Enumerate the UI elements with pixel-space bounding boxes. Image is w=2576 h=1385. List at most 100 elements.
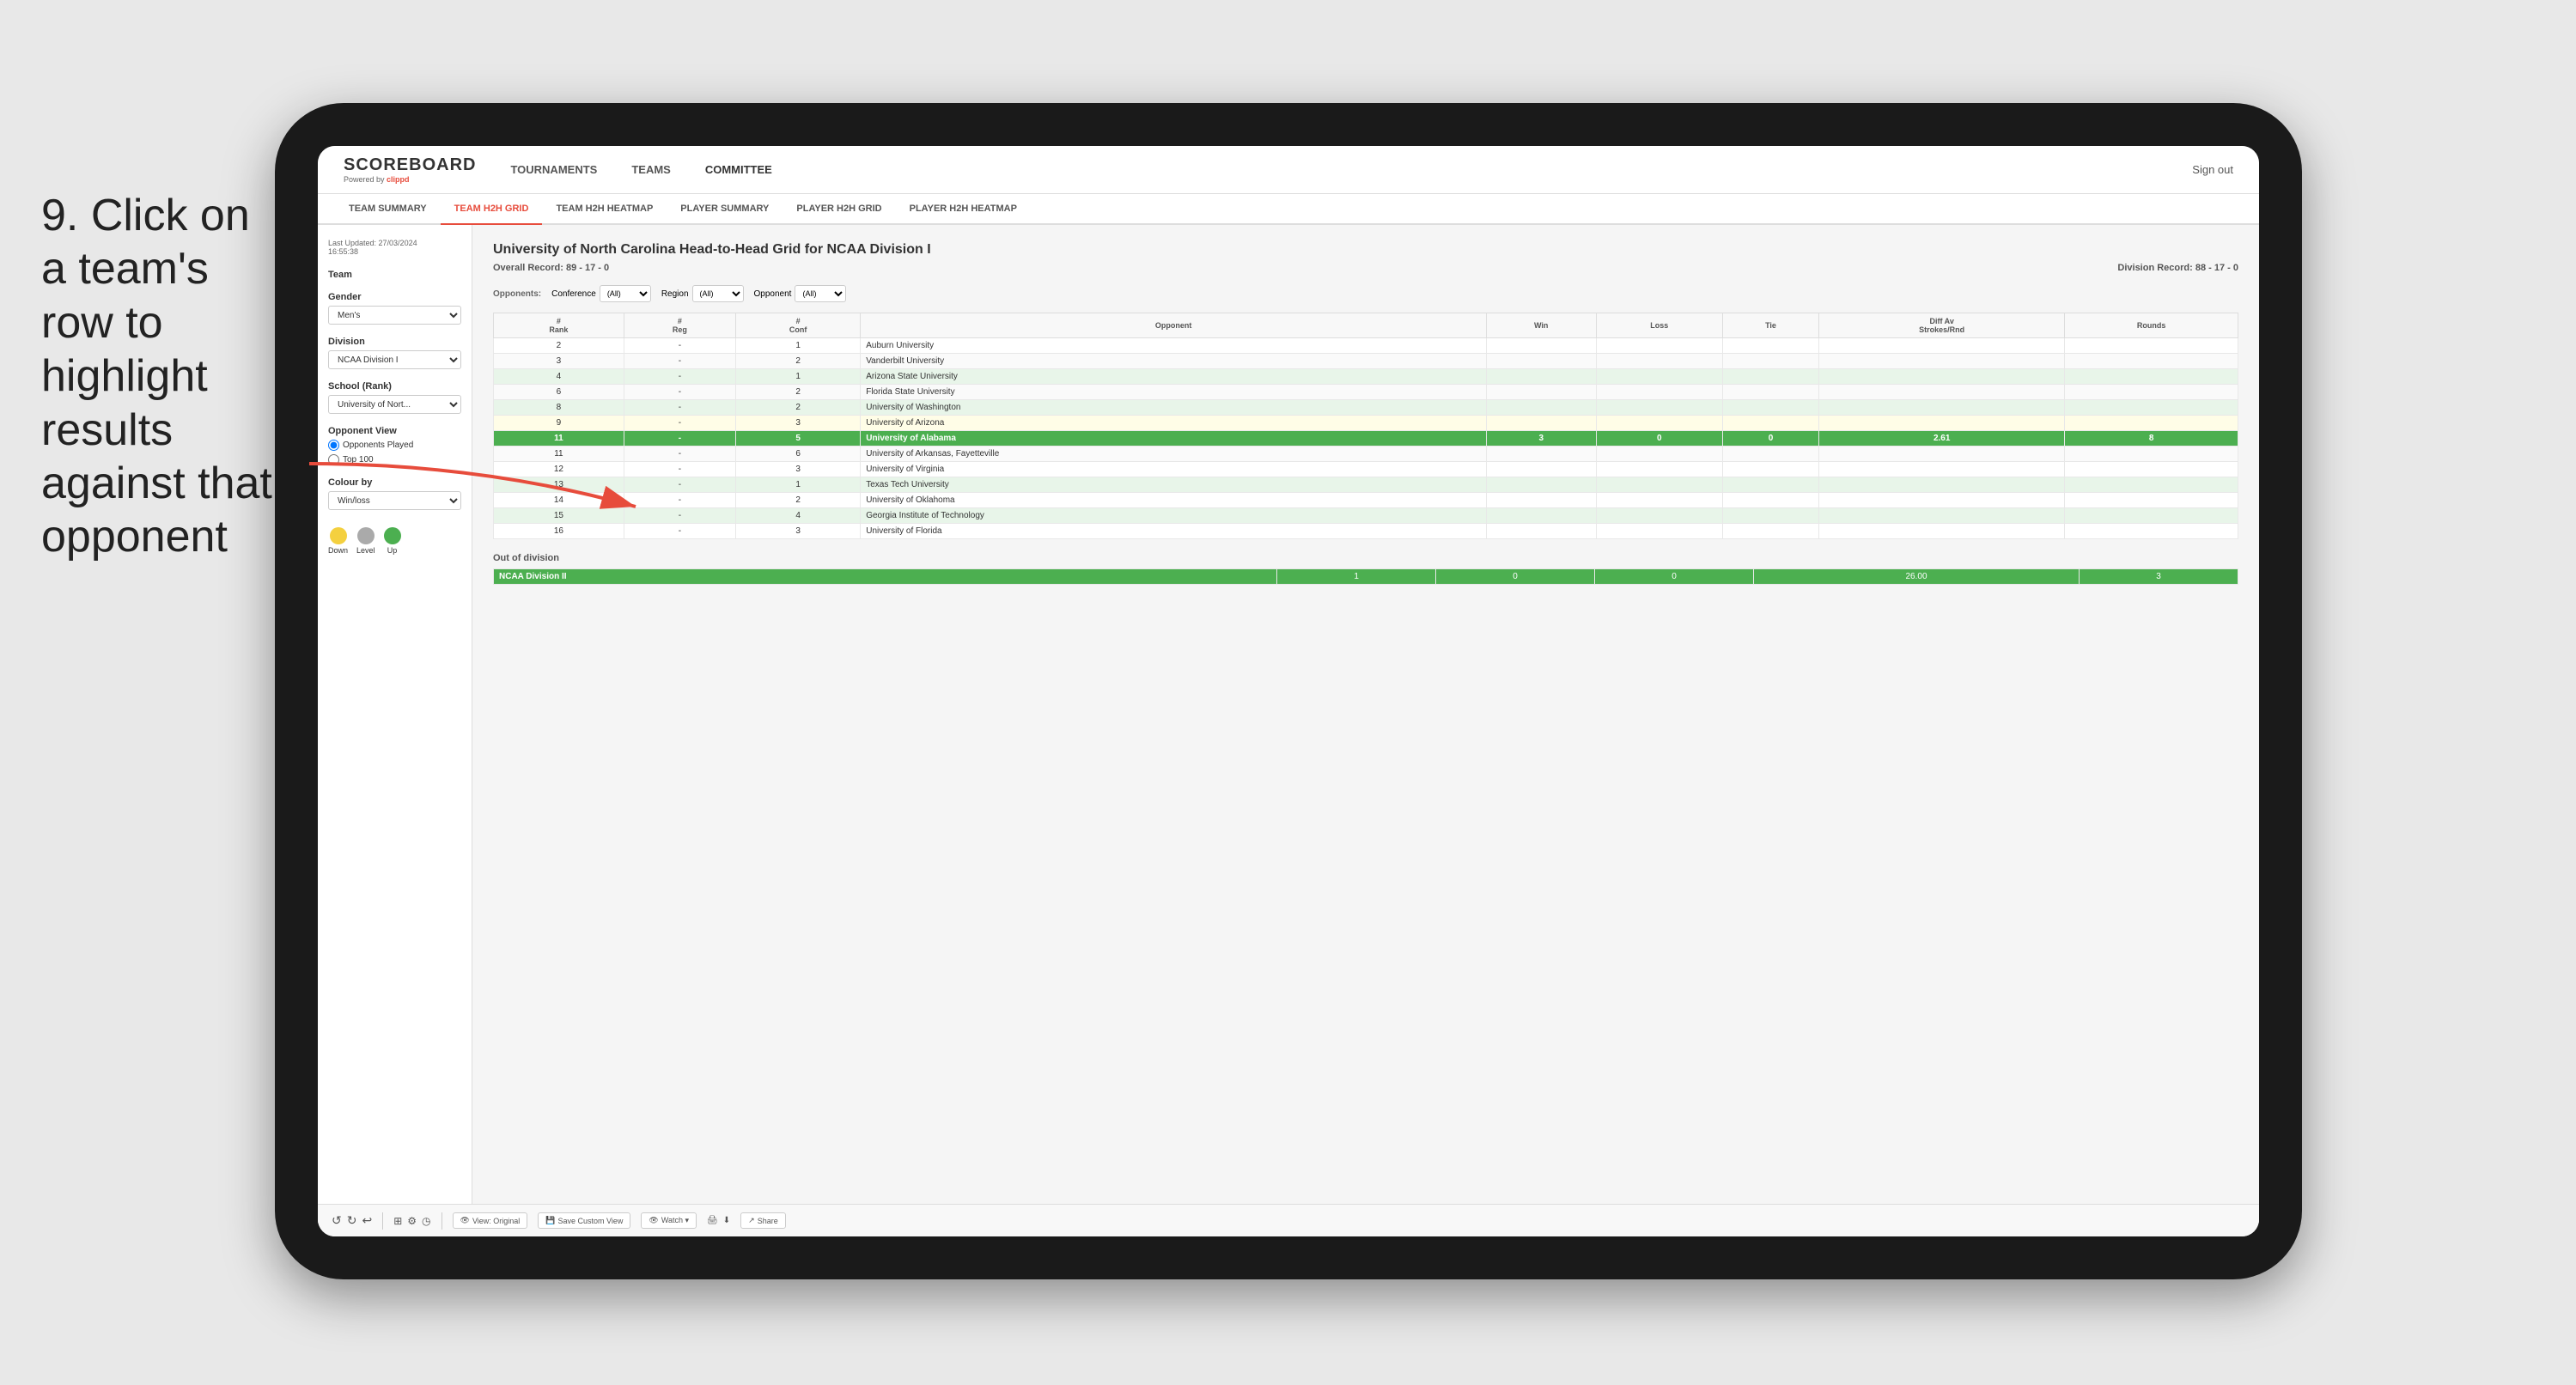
table-row[interactable]: 12-3University of Virginia [494,462,2238,477]
colour-by-select[interactable]: Win/loss [328,491,461,510]
main-content: Last Updated: 27/03/2024 16:55:38 Team G… [318,225,2259,1236]
cell-rounds [2065,462,2238,477]
opponent-view-label: Opponent View [328,426,461,436]
tab-player-h2h-grid[interactable]: PLAYER H2H GRID [783,194,895,225]
print-icon[interactable]: 🖨 [707,1216,718,1225]
sidebar: Last Updated: 27/03/2024 16:55:38 Team G… [318,225,472,1236]
cell-loss [1596,354,1722,369]
division-select[interactable]: NCAA Division I [328,350,461,369]
table-row[interactable]: 11-6University of Arkansas, Fayetteville [494,446,2238,462]
nav-tournaments[interactable]: TOURNAMENTS [510,163,597,176]
filters-row: Opponents: Conference (All) Region (All) [493,285,2238,302]
school-label: School (Rank) [328,381,461,392]
tab-player-summary[interactable]: PLAYER SUMMARY [667,194,783,225]
sign-out-link[interactable]: Sign out [2192,163,2233,176]
undo-btn[interactable]: ↺ [332,1213,342,1228]
legend-area: Down Level Up [328,527,461,555]
school-select[interactable]: University of Nort... [328,395,461,414]
cell-div-label: NCAA Division II [494,569,1277,585]
cell-tie [1723,477,1819,493]
view-original-btn[interactable]: 👁 View: Original [453,1212,528,1229]
redo-btn[interactable]: ↻ [347,1213,357,1228]
cell-win [1486,446,1596,462]
gender-select[interactable]: Men's [328,306,461,325]
cell-rounds [2065,416,2238,431]
cell-conf: 5 [735,431,860,446]
col-tie: Tie [1723,313,1819,338]
cell-win [1486,493,1596,508]
tab-team-h2h-heatmap[interactable]: TEAM H2H HEATMAP [542,194,667,225]
sub-nav: TEAM SUMMARY TEAM H2H GRID TEAM H2H HEAT… [318,194,2259,225]
cell-rounds [2065,524,2238,539]
save-icon: 💾 [545,1216,555,1225]
col-diff: Diff AvStrokes/Rnd [1819,313,2065,338]
cell-tie [1723,524,1819,539]
panel-title: University of North Carolina Head-to-Hea… [493,242,2238,258]
table-row[interactable]: 9-3University of Arizona [494,416,2238,431]
tab-team-h2h-grid[interactable]: TEAM H2H GRID [441,194,543,225]
cell-conf: 6 [735,446,860,462]
content-panel: University of North Carolina Head-to-Hea… [472,225,2259,1236]
nav-items: TOURNAMENTS TEAMS COMMITTEE [510,163,771,176]
out-of-division-section: Out of division NCAA Division II 1 0 0 2… [493,553,2238,585]
table-row[interactable]: 3-2Vanderbilt University [494,354,2238,369]
cell-opponent: Vanderbilt University [861,354,1487,369]
cell-win [1486,400,1596,416]
step-back-btn[interactable]: ↩ [362,1213,372,1228]
cell-tie [1723,400,1819,416]
cell-conf: 2 [735,493,860,508]
table-row[interactable]: 11-5University of Alabama3002.618 [494,431,2238,446]
sidebar-division-section: Division NCAA Division I [328,337,461,369]
legend-level-dot [357,527,375,544]
sidebar-school-section: School (Rank) University of Nort... [328,381,461,414]
cell-win [1486,369,1596,385]
tab-team-summary[interactable]: TEAM SUMMARY [335,194,441,225]
cell-loss [1596,400,1722,416]
nav-teams[interactable]: TEAMS [631,163,671,176]
cell-tie [1723,446,1819,462]
download-icon[interactable]: ⬇ [723,1216,730,1225]
opponents-filter-label: Opponents: [493,289,541,299]
cell-opponent: University of Oklahoma [861,493,1487,508]
cell-loss: 0 [1596,431,1722,446]
table-row[interactable]: 8-2University of Washington [494,400,2238,416]
table-row[interactable]: 13-1Texas Tech University [494,477,2238,493]
cell-reg: - [624,385,735,400]
overall-record: Overall Record: 89 - 17 - 0 [493,263,609,273]
col-win: Win [1486,313,1596,338]
tab-player-h2h-heatmap[interactable]: PLAYER H2H HEATMAP [896,194,1031,225]
radio-opponents-played[interactable]: Opponents Played [328,440,461,451]
table-row[interactable]: 6-2Florida State University [494,385,2238,400]
opponent-view-section: Opponent View Opponents Played Top 100 [328,426,461,465]
table-row[interactable]: 4-1Arizona State University [494,369,2238,385]
table-row[interactable]: 16-3University of Florida [494,524,2238,539]
logo-powered: Powered by clippd [344,175,476,184]
cell-win [1486,385,1596,400]
table-row[interactable]: NCAA Division II 1 0 0 26.00 3 [494,569,2238,585]
cell-diff [1819,446,2065,462]
cell-conf: 2 [735,354,860,369]
nav-committee[interactable]: COMMITTEE [705,163,772,176]
table-row[interactable]: 2-1Auburn University [494,338,2238,354]
out-of-division-label: Out of division [493,553,2238,563]
cell-conf: 4 [735,508,860,524]
cell-loss [1596,416,1722,431]
watch-btn[interactable]: 👁 Watch ▾ [641,1212,697,1229]
cell-rank: 9 [494,416,624,431]
top-nav: SCOREBOARD Powered by clippd TOURNAMENTS… [318,146,2259,194]
cell-rank: 11 [494,446,624,462]
opponent-view-radios: Opponents Played Top 100 [328,440,461,465]
opponent-select[interactable]: (All) [795,285,846,302]
radio-top-100[interactable]: Top 100 [328,454,461,465]
table-row[interactable]: 15-4Georgia Institute of Technology [494,508,2238,524]
cell-win [1486,354,1596,369]
cell-conf: 3 [735,462,860,477]
eye-icon: 👁 [460,1216,470,1225]
legend-down: Down [328,527,348,555]
save-custom-view-btn[interactable]: 💾 Save Custom View [538,1212,630,1229]
share-btn[interactable]: ↗ Share [740,1212,786,1229]
table-row[interactable]: 14-2University of Oklahoma [494,493,2238,508]
gender-label: Gender [328,292,461,302]
conference-select[interactable]: (All) [600,285,651,302]
region-select[interactable]: (All) [692,285,744,302]
